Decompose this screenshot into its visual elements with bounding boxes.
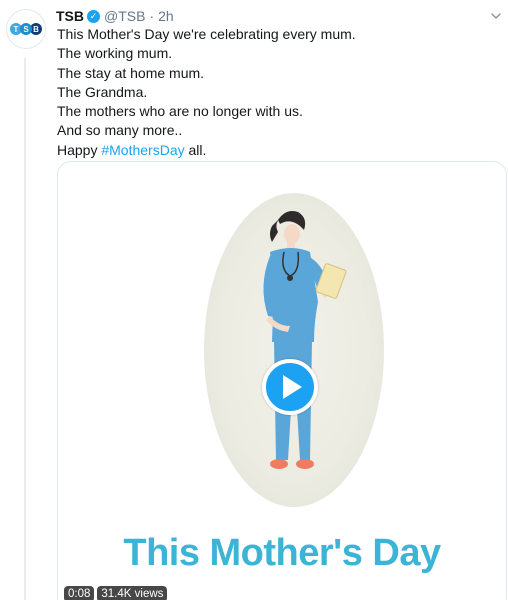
avatar[interactable]: T S B xyxy=(6,9,46,49)
video-caption: This Mother's Day xyxy=(123,532,441,574)
tweet-line: The mothers who are no longer with us. xyxy=(57,103,303,120)
view-count: 31.4K views xyxy=(97,586,168,600)
tweet-line: The Grandma. xyxy=(57,83,148,100)
tweet-line: The working mum. xyxy=(57,45,173,62)
verified-badge-icon: ✓ xyxy=(87,9,100,23)
tsb-logo-icon: T S B xyxy=(10,23,42,35)
video-badges: 0:08 31.4K views xyxy=(64,586,168,600)
tweet-timestamp[interactable]: 2h xyxy=(158,8,174,24)
tweet-line: And so many more.. xyxy=(57,122,183,139)
play-icon xyxy=(283,375,302,399)
author-name[interactable]: TSB xyxy=(56,8,84,24)
chevron-down-icon[interactable] xyxy=(490,10,502,22)
video-player[interactable]: This Mother's Day 0:08 31.4K views xyxy=(57,161,507,600)
tweet-text: This Mother's Day we're celebrating ever… xyxy=(57,25,356,160)
tweet-line: This Mother's Day we're celebrating ever… xyxy=(57,26,356,42)
separator-dot: · xyxy=(149,8,155,24)
tweet-line-last: Happy #MothersDay all. xyxy=(57,141,207,158)
thread-connector-line xyxy=(24,58,26,600)
author-handle[interactable]: @TSB xyxy=(104,8,145,24)
hashtag-link[interactable]: #MothersDay xyxy=(101,142,184,158)
video-duration: 0:08 xyxy=(64,586,95,600)
tweet-line: The stay at home mum. xyxy=(57,64,205,81)
play-button[interactable] xyxy=(262,359,318,415)
tweet-header: TSB ✓ @TSB · 2h xyxy=(56,8,174,24)
